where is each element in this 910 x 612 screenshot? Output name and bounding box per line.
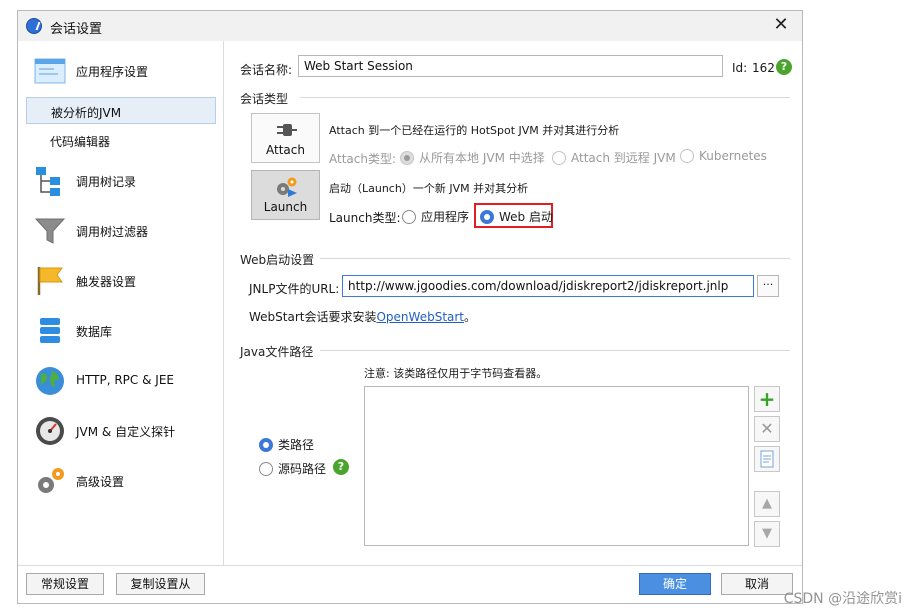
radio-label: 从所有本地 JVM 中选择 — [419, 151, 545, 165]
general-settings-button[interactable]: 常规设置 — [26, 573, 104, 595]
sidebar-item-label: 数据库 — [76, 325, 113, 339]
radio-label: Web 启动 — [499, 210, 553, 224]
attach-option-remote-jvm[interactable]: Attach 到远程 JVM — [552, 149, 676, 166]
help-icon[interactable]: ? — [333, 459, 349, 475]
radio-dot — [400, 150, 414, 165]
attach-button-label: Attach — [266, 143, 305, 157]
radio-dot — [552, 150, 566, 165]
radio-dot — [259, 461, 273, 476]
session-name-label: 会话名称: — [240, 63, 293, 77]
attach-option-local-jvm[interactable]: 从所有本地 JVM 中选择 — [400, 149, 545, 166]
launch-description: 启动（Launch）一个新 JVM 并对其分析 — [329, 182, 529, 195]
web-start-heading: Web启动设置 — [240, 253, 315, 267]
session-id-value: 162 — [752, 61, 775, 75]
dialog-footer: 常规设置 复制设置从 确定 取消 — [18, 565, 802, 603]
add-icon[interactable]: + — [754, 386, 780, 412]
session-name-input[interactable] — [298, 55, 723, 77]
java-path-heading: Java文件路径 — [240, 345, 314, 359]
sidebar-item-code-editor[interactable]: 代码编辑器 — [26, 127, 216, 154]
move-up-icon[interactable]: ▲ — [754, 491, 780, 517]
session-id-label: Id: — [732, 61, 748, 75]
sidebar-item-call-tree-filters[interactable]: 调用树过滤器 — [26, 213, 216, 249]
session-type-heading: 会话类型 — [240, 92, 289, 106]
sidebar-item-label: 调用树记录 — [76, 175, 137, 189]
radio-dot — [259, 437, 273, 452]
move-down-icon[interactable]: ▼ — [754, 521, 780, 547]
radio-label: 类路径 — [278, 438, 315, 452]
attach-button[interactable]: Attach — [251, 113, 320, 163]
sidebar-item-label: HTTP, RPC & JEE — [76, 373, 174, 387]
webstart-note: WebStart会话要求安装OpenWebStart。 — [249, 308, 476, 325]
webstart-note-text: WebStart会话要求安装 — [249, 310, 377, 324]
sidebar-item-label: 代码编辑器 — [50, 135, 111, 149]
launch-option-application[interactable]: 应用程序 — [402, 208, 469, 225]
radio-label: Kubernetes — [699, 149, 767, 163]
attach-description: Attach 到一个已经在运行的 HotSpot JVM 并对其进行分析 — [329, 124, 620, 137]
path-list[interactable] — [364, 386, 749, 546]
sidebar-item-label: 调用树过滤器 — [76, 225, 149, 239]
plug-icon — [277, 124, 297, 136]
remove-icon[interactable]: ✕ — [754, 416, 780, 442]
webstart-note-suffix: 。 — [464, 310, 477, 324]
classpath-radio[interactable]: 类路径 — [259, 436, 314, 453]
sidebar-item-databases[interactable]: 数据库 — [26, 313, 216, 349]
jnlp-url-label: JNLP文件的URL: — [249, 282, 340, 296]
gears-icon — [38, 468, 64, 493]
launch-type-label: Launch类型: — [329, 211, 401, 225]
app-logo-icon — [26, 18, 42, 34]
copy-settings-button[interactable]: 复制设置从 — [116, 573, 205, 595]
close-button[interactable]: ✕ — [770, 14, 792, 36]
sidebar-item-call-tree-recording[interactable]: 调用树记录 — [26, 163, 216, 199]
launch-button[interactable]: Launch — [251, 170, 320, 220]
settings-sidebar: 应用程序设置 被分析的JVM 代码编辑器 调用树记录 调用树过滤器 触发器设置 … — [18, 41, 224, 565]
sidebar-item-profiled-jvm[interactable]: 被分析的JVM — [26, 97, 216, 124]
flag-icon — [37, 267, 63, 295]
separator — [300, 97, 790, 98]
sourcepath-radio[interactable]: 源码路径 — [259, 460, 326, 477]
sidebar-item-label: 触发器设置 — [76, 275, 137, 289]
window-title: 会话设置 — [50, 22, 103, 37]
launch-button-label: Launch — [263, 200, 308, 214]
attach-type-label: Attach类型: — [329, 152, 397, 166]
ok-button[interactable]: 确定 — [639, 573, 711, 595]
sidebar-item-jvm-custom-probes[interactable]: JVM & 自定义探针 — [26, 413, 216, 449]
gauge-icon — [36, 417, 64, 445]
radio-label: 源码路径 — [278, 462, 327, 476]
separator — [320, 350, 790, 351]
document-icon — [760, 450, 774, 468]
separator — [320, 258, 790, 259]
radio-dot — [402, 209, 416, 224]
watermark: CSDN @沿途欣赏i — [783, 591, 902, 607]
database-icon — [40, 318, 60, 343]
launch-option-web-start[interactable]: Web 启动 — [480, 208, 553, 225]
globe-icon — [36, 367, 64, 395]
sidebar-item-http-rpc-jee[interactable]: HTTP, RPC & JEE — [26, 363, 216, 399]
filter-icon — [34, 218, 66, 244]
settings-content: 会话名称: Id: 162 ? 会话类型 Attach Attach 到一个已经… — [225, 41, 802, 565]
radio-label: 应用程序 — [421, 210, 470, 224]
sidebar-item-trigger-settings[interactable]: 触发器设置 — [26, 263, 216, 299]
call-tree-icon — [36, 167, 60, 196]
openwebstart-link[interactable]: OpenWebStart — [376, 310, 464, 324]
sidebar-item-label: 应用程序设置 — [76, 65, 149, 79]
radio-dot — [480, 209, 494, 224]
attach-option-kubernetes[interactable]: Kubernetes — [680, 149, 767, 163]
edit-icon[interactable] — [754, 446, 780, 472]
sidebar-item-label: JVM & 自定义探针 — [76, 425, 176, 439]
java-path-note: 注意: 该类路径仅用于字节码查看器。 — [364, 367, 548, 380]
title-bar: 会话设置 ✕ — [18, 11, 802, 41]
sidebar-item-app-settings[interactable]: 应用程序设置 — [26, 53, 216, 89]
sidebar-item-label: 被分析的JVM — [51, 106, 122, 120]
app-settings-icon — [34, 58, 66, 84]
jnlp-url-input[interactable] — [342, 275, 754, 297]
launch-gears-icon — [277, 177, 297, 197]
help-icon[interactable]: ? — [776, 59, 792, 75]
radio-dot — [680, 149, 694, 163]
sidebar-item-advanced-settings[interactable]: 高级设置 — [26, 463, 216, 499]
browse-button[interactable]: ··· — [757, 275, 779, 297]
cancel-button[interactable]: 取消 — [721, 573, 793, 595]
radio-label: Attach 到远程 JVM — [571, 151, 676, 165]
session-settings-dialog: 会话设置 ✕ 应用程序设置 被分析的JVM 代码编辑器 调用树记录 调用树过滤器… — [17, 10, 803, 604]
sidebar-item-label: 高级设置 — [76, 475, 125, 489]
